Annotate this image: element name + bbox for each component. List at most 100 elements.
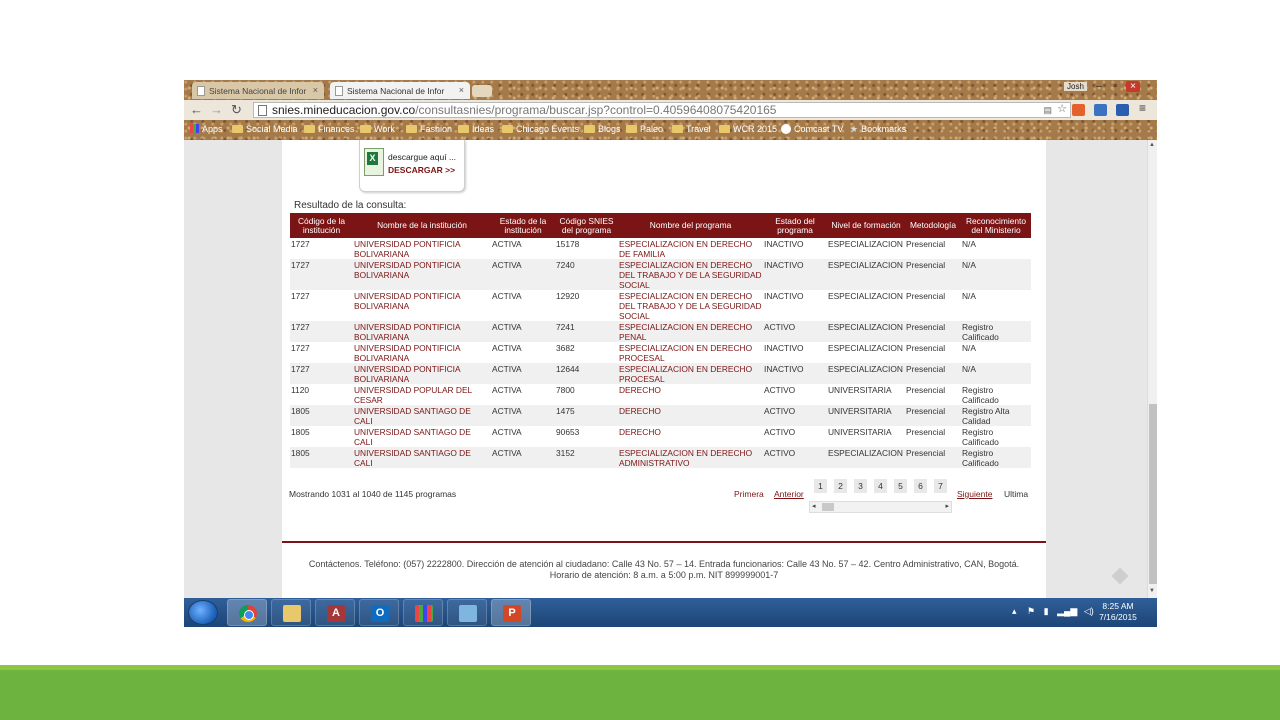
menu-icon[interactable]: ≡ (1139, 101, 1146, 115)
extension-icon[interactable] (1072, 104, 1085, 116)
scrollbar-thumb[interactable] (822, 503, 834, 511)
screenshot: Sistema Nacional de Infor × Sistema Naci… (184, 80, 1157, 627)
table-cell-link[interactable]: ESPECIALIZACION EN DERECHO PENAL (618, 321, 763, 342)
taskbar-chrome[interactable] (227, 599, 267, 626)
table-cell-link[interactable]: UNIVERSIDAD PONTIFICIA BOLIVARIANA (353, 259, 491, 290)
table-cell-link[interactable]: UNIVERSIDAD PONTIFICIA BOLIVARIANA (353, 290, 491, 321)
table-cell-link[interactable]: UNIVERSIDAD PONTIFICIA BOLIVARIANA (353, 321, 491, 342)
clock[interactable]: 8:25 AM 7/16/2015 (1089, 601, 1147, 623)
scroll-right-icon[interactable]: ▸ (945, 502, 949, 510)
bookmark-folder[interactable]: Social Media (232, 124, 298, 134)
bookmark-comcast[interactable]: Comcast TV (781, 124, 843, 134)
column-header[interactable]: Código SNIES del programa (555, 213, 618, 238)
bookmark-folder[interactable]: WCR 2015 (719, 124, 777, 134)
table-cell-link[interactable]: UNIVERSIDAD PONTIFICIA BOLIVARIANA (353, 363, 491, 384)
column-header[interactable]: Nivel de formación (827, 213, 905, 238)
tray-expand-icon[interactable]: ▴ (1012, 606, 1017, 616)
bookmark-folder[interactable]: Fashion (406, 124, 452, 134)
taskbar-outlook[interactable]: O (359, 599, 399, 626)
close-icon[interactable]: × (313, 85, 318, 95)
table-cell-link[interactable]: ESPECIALIZACION EN DERECHO PROCESAL (618, 363, 763, 384)
start-button[interactable] (188, 600, 218, 625)
taskbar-paint[interactable] (447, 599, 487, 626)
translate-icon[interactable]: ▤ (1043, 103, 1052, 117)
download-link[interactable]: DESCARGAR >> (388, 165, 455, 175)
pager-scrollbar[interactable]: ◂ ▸ (809, 501, 952, 513)
bookmark-star-icon[interactable]: ☆ (1057, 103, 1067, 116)
page-number[interactable]: 2 (834, 479, 847, 493)
table-cell-link[interactable]: UNIVERSIDAD PONTIFICIA BOLIVARIANA (353, 342, 491, 363)
page-number[interactable]: 5 (894, 479, 907, 493)
taskbar-apps[interactable] (403, 599, 443, 626)
column-header[interactable]: Reconocimiento del Ministerio (961, 213, 1031, 238)
close-icon[interactable]: × (459, 85, 464, 95)
column-header[interactable]: Metodología (905, 213, 961, 238)
column-header[interactable]: Código de la institución (290, 213, 353, 238)
tab-inactive[interactable]: Sistema Nacional de Infor × (192, 82, 324, 99)
column-header[interactable]: Nombre de la institución (353, 213, 491, 238)
bookmark-bookmarks[interactable]: ★ Bookmarks (850, 124, 906, 135)
taskbar-access[interactable]: A (315, 599, 355, 626)
table-cell: 1727 (291, 343, 310, 353)
scroll-left-icon[interactable]: ◂ (812, 502, 816, 510)
table-cell-link[interactable]: UNIVERSIDAD POPULAR DEL CESAR (353, 384, 491, 405)
page-number[interactable]: 3 (854, 479, 867, 493)
table-cell-link[interactable]: ESPECIALIZACION EN DERECHO DEL TRABAJO Y… (618, 259, 763, 290)
table-cell-link[interactable]: DERECHO (618, 384, 763, 405)
battery-icon[interactable]: ▮ (1044, 606, 1049, 616)
bookmark-folder[interactable]: Chicago Events (502, 124, 579, 134)
table-cell-link[interactable]: ESPECIALIZACION EN DERECHO ADMINISTRATIV… (618, 447, 763, 468)
new-tab-button[interactable] (472, 85, 492, 97)
page-number[interactable]: 4 (874, 479, 887, 493)
back-arrow-icon[interactable]: ← (190, 102, 203, 117)
scrollbar-thumb[interactable] (1149, 404, 1157, 584)
bookmark-folder[interactable]: Work (360, 124, 395, 134)
address-bar[interactable]: snies.mineducacion.gov.co/consultasnies/… (253, 102, 1071, 118)
next-page-link[interactable]: Siguiente (957, 489, 992, 499)
flag-icon[interactable]: ⚑ (1027, 606, 1035, 616)
table-cell-link[interactable]: UNIVERSIDAD PONTIFICIA BOLIVARIANA (353, 238, 491, 259)
profile-button[interactable]: Josh (1064, 82, 1087, 91)
bookmark-folder[interactable]: Blogs (584, 124, 621, 134)
table-cell-link[interactable]: UNIVERSIDAD SANTIAGO DE CALI (353, 447, 491, 468)
scroll-down-icon[interactable]: ▼ (1149, 588, 1155, 594)
bookmark-folder[interactable]: Paleo (626, 124, 663, 134)
reload-icon[interactable]: ↻ (231, 102, 242, 118)
table-cell: Presencial (906, 427, 946, 437)
page-number[interactable]: 7 (934, 479, 947, 493)
bookmark-folder[interactable]: Travel (672, 124, 711, 134)
table-cell-link[interactable]: ESPECIALIZACION EN DERECHO DEL TRABAJO Y… (618, 290, 763, 321)
page-number[interactable]: 6 (914, 479, 927, 493)
extension-icon[interactable] (1094, 104, 1107, 116)
table-cell-link[interactable]: UNIVERSIDAD SANTIAGO DE CALI (353, 426, 491, 447)
first-page-link[interactable]: Primera (734, 489, 764, 499)
window-close-button[interactable]: × (1126, 81, 1140, 92)
download-box[interactable]: descargue aquí ... DESCARGAR >> (359, 140, 465, 192)
maximize-button[interactable]: ▫ (1108, 81, 1122, 92)
bookmark-folder[interactable]: Ideas (458, 124, 494, 134)
column-header[interactable]: Estado del programa (763, 213, 827, 238)
column-header[interactable]: Nombre del programa (618, 213, 763, 238)
column-header[interactable]: Estado de la institución (491, 213, 555, 238)
folder-icon (360, 125, 371, 133)
last-page-link[interactable]: Ultima (1004, 489, 1028, 499)
extension-icon[interactable] (1116, 104, 1129, 116)
page-number[interactable]: 1 (814, 479, 827, 493)
signal-icon[interactable]: ▂▄▆ (1057, 606, 1077, 616)
forward-arrow-icon[interactable]: → (210, 102, 223, 117)
previous-page-link[interactable]: Anterior (774, 489, 804, 499)
table-cell-link[interactable]: UNIVERSIDAD SANTIAGO DE CALI (353, 405, 491, 426)
scroll-up-icon[interactable]: ▲ (1149, 142, 1155, 148)
table-cell-link[interactable]: DERECHO (618, 405, 763, 426)
tab-active[interactable]: Sistema Nacional de Infor × (330, 82, 470, 99)
minimize-button[interactable]: – (1092, 81, 1106, 92)
page-scrollbar[interactable]: ▲ ▼ (1147, 140, 1157, 598)
table-cell: UNIVERSITARIA (827, 405, 905, 426)
taskbar-explorer[interactable] (271, 599, 311, 626)
bookmark-apps[interactable]: Apps (190, 124, 223, 134)
table-cell-link[interactable]: ESPECIALIZACION EN DERECHO PROCESAL (618, 342, 763, 363)
table-cell-link[interactable]: DERECHO (618, 426, 763, 447)
table-cell-link[interactable]: ESPECIALIZACION EN DERECHO DE FAMILIA (618, 238, 763, 259)
bookmark-folder[interactable]: Finances (304, 124, 355, 134)
taskbar-powerpoint[interactable]: P (491, 599, 531, 626)
